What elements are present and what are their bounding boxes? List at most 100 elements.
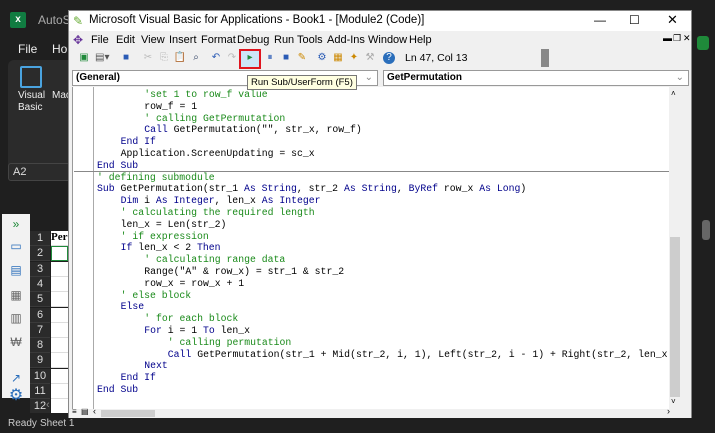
cell[interactable] bbox=[51, 368, 68, 384]
binoculars-icon[interactable]: ₩ bbox=[8, 336, 24, 348]
object-browser-icon[interactable]: ✦ bbox=[347, 51, 361, 65]
row-header[interactable]: 3 bbox=[30, 261, 50, 277]
help-icon[interactable]: ? bbox=[383, 52, 395, 64]
menu-insert[interactable]: Insert bbox=[169, 34, 197, 46]
cell[interactable] bbox=[51, 384, 68, 399]
copy-icon[interactable]: ⎘ bbox=[157, 51, 171, 65]
menu-view[interactable]: View bbox=[141, 34, 165, 46]
minimize-button[interactable]: — bbox=[594, 13, 606, 27]
cut-icon[interactable]: ✂ bbox=[141, 51, 155, 65]
menu-format[interactable]: Format bbox=[201, 34, 236, 46]
paste-icon[interactable]: 📋 bbox=[173, 51, 187, 65]
redo-icon[interactable]: ↷ bbox=[225, 51, 239, 65]
excel-file-tab[interactable]: File bbox=[18, 42, 37, 56]
row-header[interactable]: 11 bbox=[30, 384, 50, 399]
menu-debug[interactable]: Debug bbox=[237, 34, 269, 46]
expand-icon[interactable]: » bbox=[8, 218, 24, 230]
code-line: ' for each block bbox=[97, 313, 238, 325]
share-button[interactable] bbox=[697, 36, 709, 50]
toolbox-icon[interactable]: ⚒ bbox=[363, 51, 377, 65]
print-icon[interactable]: ▦ bbox=[8, 289, 24, 301]
close-button[interactable]: ✕ bbox=[667, 12, 678, 28]
edit-form-icon[interactable]: ▤ bbox=[8, 264, 24, 276]
cell[interactable] bbox=[51, 338, 68, 354]
undo-icon[interactable]: ↶ bbox=[209, 51, 223, 65]
row-header[interactable]: 4 bbox=[30, 276, 50, 292]
procedure-view-icon[interactable]: ≡ bbox=[72, 407, 77, 416]
row-header[interactable]: 6 bbox=[30, 307, 50, 323]
save-icon[interactable]: ■ bbox=[119, 51, 133, 65]
code-text: GetPermutation("", str_x, row_f) bbox=[167, 124, 362, 136]
sheet-tab[interactable]: Sheet 1 bbox=[40, 418, 74, 429]
code-line: ' calculating range data bbox=[97, 254, 285, 266]
code-text: i = 1 bbox=[161, 325, 203, 336]
properties-icon[interactable]: ▦ bbox=[331, 51, 345, 65]
form-icon[interactable]: ▭ bbox=[8, 240, 24, 252]
code-editor[interactable]: 'set 1 to row_f value row_f = 1 ' calling … bbox=[74, 87, 681, 409]
scroll-down-icon[interactable]: ˅ bbox=[671, 397, 676, 406]
cell[interactable] bbox=[51, 292, 68, 308]
sheet-scroll-left-icon[interactable]: ‹ bbox=[46, 399, 50, 411]
menu-run[interactable]: Run bbox=[274, 34, 294, 46]
visual-basic-icon bbox=[20, 66, 42, 88]
scroll-up-icon[interactable]: ˄ bbox=[671, 89, 676, 98]
find-icon[interactable]: ⌕ bbox=[189, 51, 203, 65]
code-text: len_x = Len(str_2) bbox=[120, 218, 227, 230]
cell[interactable]: Per bbox=[51, 231, 68, 246]
row-header[interactable]: 8 bbox=[30, 338, 50, 354]
maximize-button[interactable]: ☐ bbox=[629, 13, 640, 27]
table-icon[interactable]: ▥ bbox=[8, 312, 24, 324]
row-header[interactable]: 10 bbox=[30, 368, 50, 384]
view-excel-icon[interactable]: ▣ bbox=[77, 51, 91, 65]
procedure-combo[interactable]: GetPermutation ⌄ bbox=[383, 70, 689, 86]
child-minimize-button[interactable]: ▬ bbox=[663, 33, 672, 43]
code-line: Call GetPermutation(str_1 + Mid(str_2, i… bbox=[97, 349, 680, 361]
cursor-position: Ln 47, Col 13 bbox=[405, 52, 468, 64]
break-icon[interactable]: ⏸ bbox=[263, 51, 277, 65]
row-header[interactable]: 2 bbox=[30, 246, 50, 262]
vba-menu-icon: ✥ bbox=[73, 33, 84, 47]
cell[interactable] bbox=[51, 276, 68, 292]
code-keyword: As Integer bbox=[261, 195, 321, 207]
code-text: row_x = row_x + 1 bbox=[144, 277, 245, 289]
toolbar-options-icon[interactable] bbox=[541, 49, 549, 67]
row-header[interactable]: 5 bbox=[30, 292, 50, 308]
menu-addins[interactable]: Add-Ins bbox=[327, 34, 365, 46]
cell[interactable] bbox=[51, 353, 68, 369]
settings-gear-icon[interactable]: ⚙ bbox=[8, 388, 24, 404]
hscroll-thumb[interactable] bbox=[101, 410, 155, 417]
menu-window[interactable]: Window bbox=[368, 34, 407, 46]
child-close-button[interactable]: ✕ bbox=[683, 33, 691, 44]
cell[interactable] bbox=[51, 261, 68, 277]
code-keyword: As Integer bbox=[155, 195, 215, 207]
vertical-scrollbar[interactable]: ˄ ˅ bbox=[669, 87, 681, 409]
row-header[interactable]: 9 bbox=[30, 353, 50, 369]
code-keyword: Call bbox=[144, 124, 168, 136]
row-header[interactable]: 1 bbox=[30, 231, 50, 246]
row-header[interactable]: 7 bbox=[30, 322, 50, 338]
excel-vertical-scrollbar[interactable] bbox=[702, 220, 710, 240]
scroll-left-icon[interactable]: ‹ bbox=[93, 406, 96, 416]
reset-icon[interactable]: ■ bbox=[279, 51, 293, 65]
menu-help[interactable]: Help bbox=[409, 34, 432, 46]
insert-module-icon[interactable]: ▤▾ bbox=[95, 51, 109, 65]
code-line: End Sub bbox=[97, 160, 138, 172]
scroll-thumb[interactable] bbox=[670, 237, 680, 397]
menu-file[interactable]: File bbox=[91, 34, 109, 46]
cell[interactable] bbox=[51, 246, 68, 262]
menu-tools[interactable]: Tools bbox=[297, 34, 323, 46]
code-line: row_x = row_x + 1 bbox=[97, 278, 244, 290]
scroll-right-icon[interactable]: › bbox=[667, 406, 670, 416]
open-external-icon[interactable]: ↗ bbox=[8, 372, 24, 384]
visual-basic-button[interactable]: Visual Basic bbox=[18, 90, 48, 114]
project-explorer-icon[interactable]: ⚙ bbox=[315, 51, 329, 65]
horizontal-scrollbar[interactable]: ≡ ▤ ‹ › bbox=[69, 406, 691, 418]
menu-edit[interactable]: Edit bbox=[116, 34, 135, 46]
name-box[interactable]: A2 bbox=[8, 163, 70, 181]
run-sub-button[interactable]: ▸ bbox=[239, 49, 261, 69]
design-mode-icon[interactable]: ✎ bbox=[295, 51, 309, 65]
cell[interactable] bbox=[51, 322, 68, 338]
cell[interactable] bbox=[51, 307, 68, 323]
full-module-view-icon[interactable]: ▤ bbox=[81, 407, 89, 416]
child-restore-button[interactable]: ❐ bbox=[673, 33, 681, 44]
